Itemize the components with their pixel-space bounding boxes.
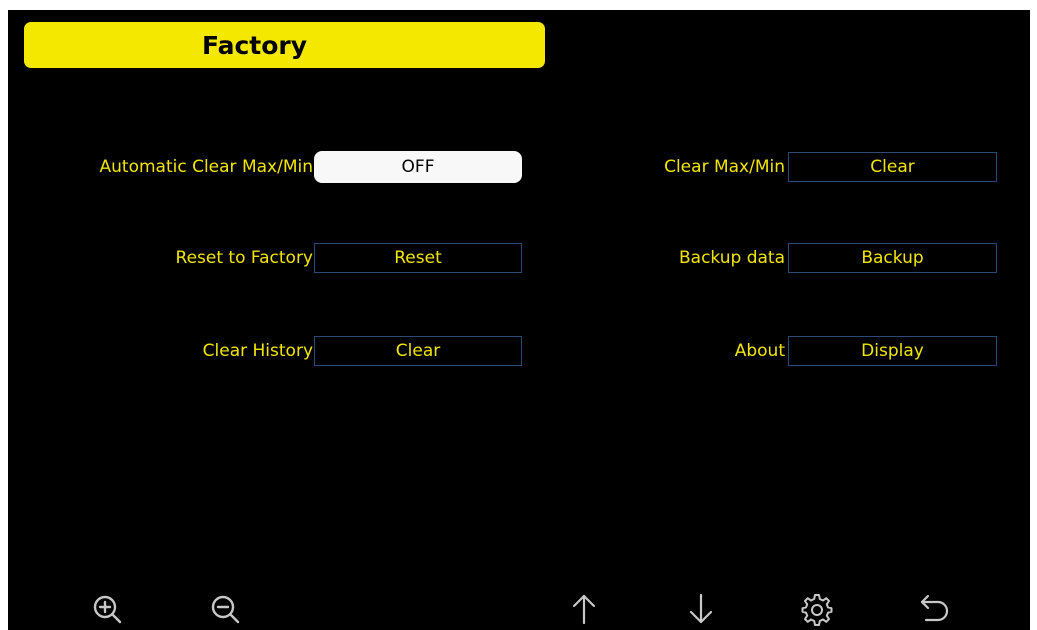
reset-factory-label: Reset to Factory [175, 248, 313, 268]
automatic-clear-label: Automatic Clear Max/Min [99, 157, 314, 177]
title-bar: Factory [24, 22, 545, 68]
clear-history-button[interactable]: Clear [314, 336, 522, 366]
zoom-in-icon[interactable] [90, 592, 124, 626]
clear-maxmin-label: Clear Max/Min [664, 157, 785, 177]
reset-button[interactable]: Reset [314, 243, 522, 273]
clear-maxmin-button[interactable]: Clear [788, 152, 997, 182]
backup-data-label: Backup data [678, 248, 785, 268]
screen: Factory Automatic Clear Max/Min OFF Rese… [8, 10, 1030, 630]
automatic-clear-toggle[interactable]: OFF [314, 151, 522, 183]
back-icon[interactable] [918, 592, 952, 626]
arrow-down-icon[interactable] [684, 592, 718, 626]
display-button[interactable]: Display [788, 336, 997, 366]
page-title: Factory [201, 30, 308, 60]
gear-icon[interactable] [800, 592, 834, 626]
backup-button[interactable]: Backup [788, 243, 997, 273]
clear-history-label: Clear History [202, 341, 313, 361]
about-label: About [734, 341, 785, 361]
arrow-up-icon[interactable] [567, 592, 601, 626]
zoom-out-icon[interactable] [208, 592, 242, 626]
